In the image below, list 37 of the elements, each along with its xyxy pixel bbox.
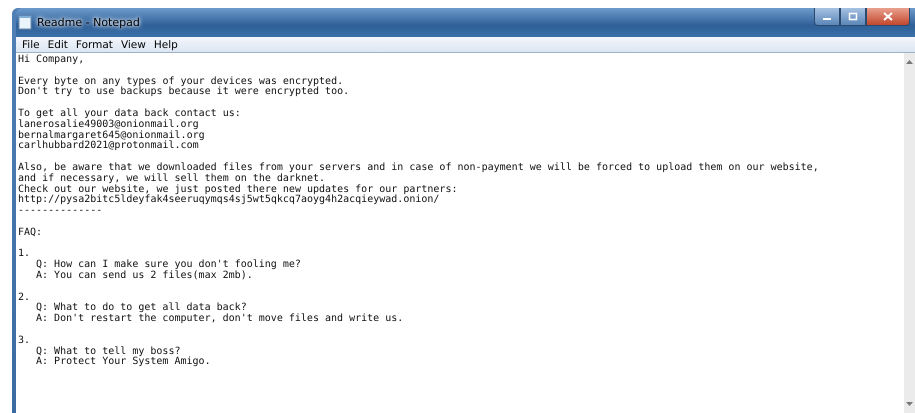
close-button[interactable]	[866, 8, 910, 26]
text-line: Check out our website, we just posted there new updates for our partners:	[18, 184, 458, 195]
text-line: Q: How can I make sure you don't fooling me?	[35, 260, 301, 270]
text-line: To get all your data back contact us:	[18, 108, 241, 119]
text-line: Also, be aware that we downloaded files from your servers and in case of non-payment we will be forced to upload them on our website,	[18, 162, 819, 173]
text-line: A: Don't restart the computer, don't move files and write us.	[35, 314, 404, 325]
notepad-icon	[18, 15, 32, 30]
menu-item[interactable]: File	[18, 38, 44, 50]
text-line: bernalmargaret645@onionmail.org	[18, 130, 205, 141]
minimize-button[interactable]	[814, 8, 840, 26]
text-line: carlhubbard2021@protonmail.com	[18, 141, 199, 152]
menu-item[interactable]: Format	[72, 38, 117, 50]
text-line: 1.	[18, 249, 30, 260]
close-icon	[883, 12, 893, 21]
maximize-icon	[848, 12, 858, 21]
scroll-up-icon[interactable]	[906, 59, 913, 64]
maximize-button[interactable]	[840, 8, 866, 26]
text-line: FAQ:	[18, 228, 42, 239]
window-title: Readme - Notepad	[37, 16, 140, 29]
text-line: and if necessary, we will sell them on the darknet.	[18, 174, 326, 184]
text-line: A: Protect Your System Amigo.	[35, 357, 211, 368]
text-line: lanerosalie49003@onionmail.org	[18, 120, 199, 130]
text-line: Q: What to do to get all data back?	[35, 303, 247, 314]
menu-item[interactable]: View	[116, 38, 150, 50]
text-line: http://pysa2bitc5ldeyfak4seeruqymqs4sj5wt5qkcq7aoyg4h2acqieywad.onion/	[18, 195, 440, 206]
text-line: 2.	[18, 292, 30, 304]
text-line: Every byte on any types of your devices was encrypted.	[18, 76, 344, 87]
text-line: Hi Company,	[18, 55, 84, 66]
menu-item[interactable]: Help	[150, 38, 182, 50]
scroll-down-icon[interactable]	[906, 402, 913, 407]
text-line: 3.	[18, 336, 30, 347]
menu-item[interactable]: Edit	[44, 38, 72, 50]
vertical-scrollbar[interactable]	[904, 53, 915, 413]
text-line: Q: What to tell my boss?	[35, 346, 180, 357]
text-line: Don't try to use backups because it were encrypted too.	[18, 87, 350, 98]
text-line: A: You can send us 2 files(max 2mb).	[35, 270, 253, 282]
text-line: --------------	[18, 206, 102, 217]
